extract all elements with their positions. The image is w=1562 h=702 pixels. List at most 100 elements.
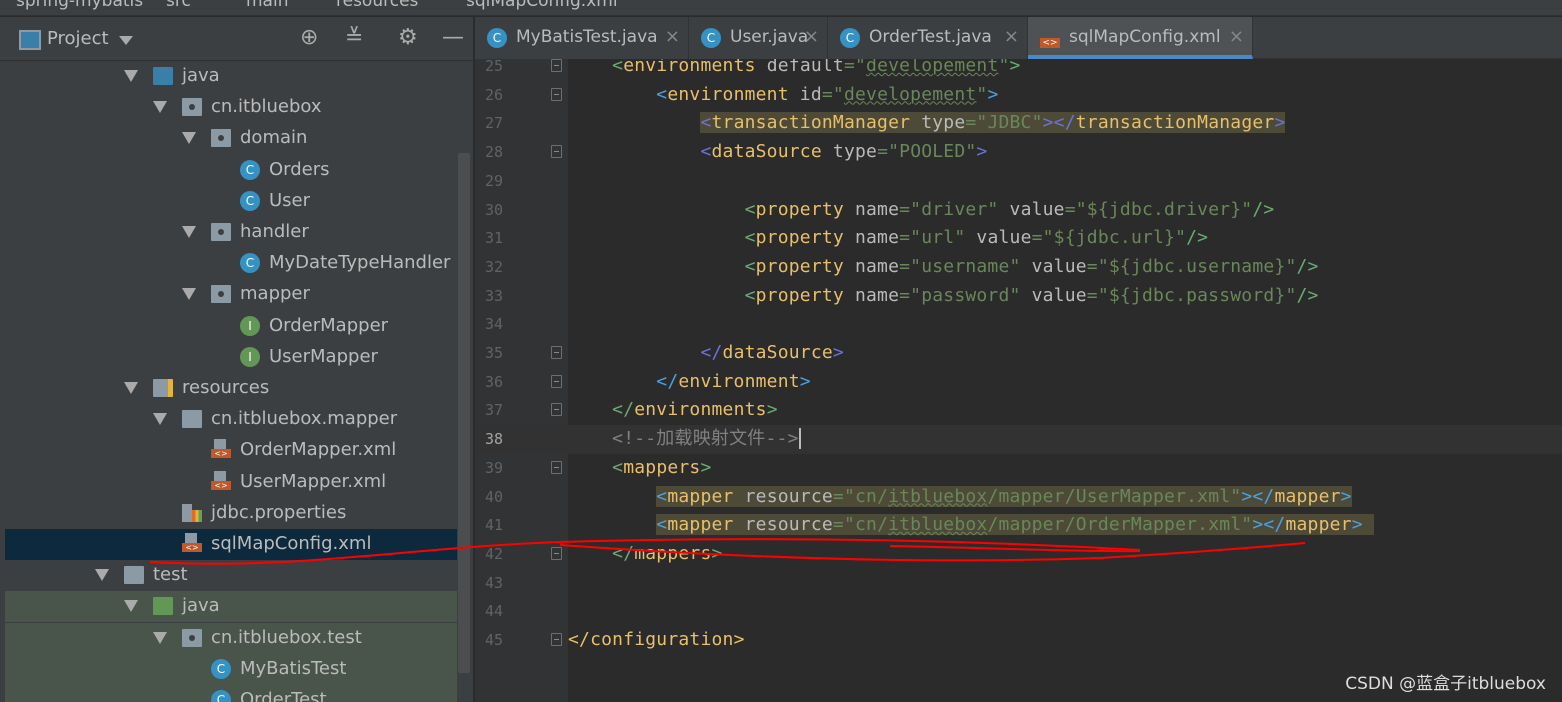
- code-token: <: [656, 485, 668, 507]
- tree-item[interactable]: <> UserMapper.xml: [5, 467, 457, 498]
- code-token: mappers: [634, 542, 712, 564]
- fold-marker-icon[interactable]: [551, 633, 562, 646]
- line-number: 36: [484, 372, 503, 391]
- chevron-down-icon[interactable]: [124, 600, 138, 613]
- tree-item[interactable]: java: [5, 591, 457, 623]
- java-class-icon: C: [487, 28, 507, 48]
- tree-item[interactable]: jdbc.properties: [5, 498, 457, 529]
- code-token: ="POOLED": [877, 141, 977, 163]
- tree-item[interactable]: C OrderTest: [5, 685, 457, 702]
- code-text: <mappers>: [568, 457, 712, 479]
- chevron-down-icon[interactable]: [182, 288, 196, 301]
- tree-item[interactable]: cn.itbluebox.test: [5, 622, 457, 654]
- code-token: />: [1186, 227, 1209, 249]
- tree-item[interactable]: C Orders: [5, 155, 457, 186]
- code-line: 41 <mapper resource="cn/itbluebox/mapper…: [475, 511, 1562, 540]
- navigation-breadcrumb: spring-mybatis src main resources sqlMapConf…: [0, 0, 1562, 16]
- code-token: name: [854, 198, 900, 220]
- fold-marker-icon[interactable]: [551, 403, 562, 417]
- collapse-all-icon[interactable]: ≚: [345, 25, 363, 50]
- tree-item-label: OrderTest: [240, 689, 327, 702]
- tree-item[interactable]: handler: [5, 217, 457, 248]
- fold-marker-icon[interactable]: [551, 546, 562, 560]
- tab-mybatistest-java[interactable]: C MyBatisTest.java ×: [475, 17, 689, 59]
- text-caret: ​: [798, 428, 801, 450]
- fold-marker-icon[interactable]: [551, 460, 562, 474]
- breadcrumb-item[interactable]: sqlMapConfig.xml: [466, 0, 618, 11]
- project-view-icon[interactable]: [19, 30, 41, 50]
- tree-item[interactable]: I UserMapper: [5, 342, 457, 373]
- tree-item[interactable]: java: [5, 61, 457, 92]
- code-text: <property name="password" value="${jdbc.…: [568, 285, 1319, 307]
- line-number: 40: [484, 487, 503, 506]
- code-editor[interactable]: 25 <environments default="developement">…: [475, 59, 1562, 702]
- breadcrumb-item[interactable]: src: [166, 0, 191, 11]
- close-icon[interactable]: ×: [1229, 26, 1244, 47]
- tree-item[interactable]: C User: [5, 186, 457, 217]
- fold-marker-icon[interactable]: [551, 346, 562, 359]
- tab-ordertest-java[interactable]: C OrderTest.java ×: [828, 17, 1028, 59]
- code-line: 40 <mapper resource="cn/itbluebox/mapper…: [475, 483, 1562, 512]
- tree-item[interactable]: C MyBatisTest: [5, 653, 457, 685]
- tree-item-label: MyDateTypeHandler: [269, 252, 451, 274]
- tree-item-label: resources: [182, 377, 270, 398]
- chevron-down-icon[interactable]: [124, 382, 138, 394]
- project-view-selector[interactable]: Project: [47, 28, 109, 49]
- code-token: =": [843, 59, 867, 76]
- tab-user-java[interactable]: C User.java ×: [689, 17, 828, 59]
- chevron-down-icon[interactable]: [182, 132, 196, 145]
- code-token: >: [766, 399, 778, 421]
- chevron-down-icon[interactable]: [153, 631, 167, 644]
- fold-marker-icon[interactable]: [551, 59, 562, 72]
- code-token: ="password": [899, 284, 1021, 306]
- fold-marker-icon[interactable]: [551, 87, 562, 101]
- tree-item[interactable]: <> OrderMapper.xml: [5, 435, 457, 466]
- tab-label: sqlMapConfig.xml: [1069, 27, 1221, 47]
- tree-item-label: java: [182, 65, 220, 86]
- minimize-icon[interactable]: —: [442, 25, 464, 50]
- fold-marker-icon[interactable]: [551, 374, 562, 388]
- tree-item[interactable]: resources: [5, 373, 457, 404]
- tree-item[interactable]: C MyDateTypeHandler: [5, 248, 457, 279]
- close-icon[interactable]: ×: [665, 26, 680, 47]
- code-text: <mapper resource="cn/itbluebox/mapper/Or…: [568, 514, 1374, 536]
- chevron-down-icon[interactable]: [95, 569, 109, 582]
- close-icon[interactable]: ×: [804, 26, 819, 47]
- code-line: 35 </dataSource>: [475, 339, 1562, 368]
- code-token: ="cn/: [832, 485, 889, 507]
- java-class-icon: C: [211, 690, 231, 702]
- locate-icon[interactable]: ⊕: [300, 25, 318, 50]
- tree-item[interactable]: cn.itbluebox: [5, 92, 457, 123]
- breadcrumb-item[interactable]: spring-mybatis: [16, 0, 143, 11]
- close-icon[interactable]: ×: [1004, 26, 1019, 47]
- chevron-down-icon[interactable]: [119, 36, 133, 45]
- chevron-down-icon[interactable]: [182, 226, 196, 238]
- code-token: />: [1296, 255, 1319, 277]
- tree-item[interactable]: <> sqlMapConfig.xml: [5, 529, 457, 560]
- code-token: <: [744, 255, 756, 277]
- breadcrumb-item[interactable]: resources: [336, 0, 418, 11]
- code-token: <: [744, 284, 756, 306]
- breadcrumb-item[interactable]: main: [246, 0, 288, 11]
- project-scrollbar[interactable]: [458, 153, 470, 673]
- tree-item[interactable]: domain: [5, 123, 457, 154]
- code-token: mapper: [1274, 485, 1341, 507]
- chevron-down-icon[interactable]: [153, 101, 167, 114]
- tree-item[interactable]: mapper: [5, 279, 457, 310]
- tree-item[interactable]: test: [5, 560, 457, 591]
- chevron-down-icon[interactable]: [124, 70, 138, 82]
- tree-item[interactable]: I OrderMapper: [5, 311, 457, 342]
- fold-marker-icon[interactable]: [551, 145, 562, 159]
- tab-sqlmapconfig-xml[interactable]: <> sqlMapConfig.xml ×: [1028, 17, 1253, 59]
- chevron-down-icon[interactable]: [153, 413, 167, 426]
- package-icon: [182, 628, 202, 647]
- tree-item[interactable]: cn.itbluebox.mapper: [5, 404, 457, 435]
- gear-icon[interactable]: ⚙: [398, 25, 418, 50]
- code-token: ="${jdbc.url}": [1031, 227, 1187, 249]
- code-token: ="driver": [899, 198, 999, 220]
